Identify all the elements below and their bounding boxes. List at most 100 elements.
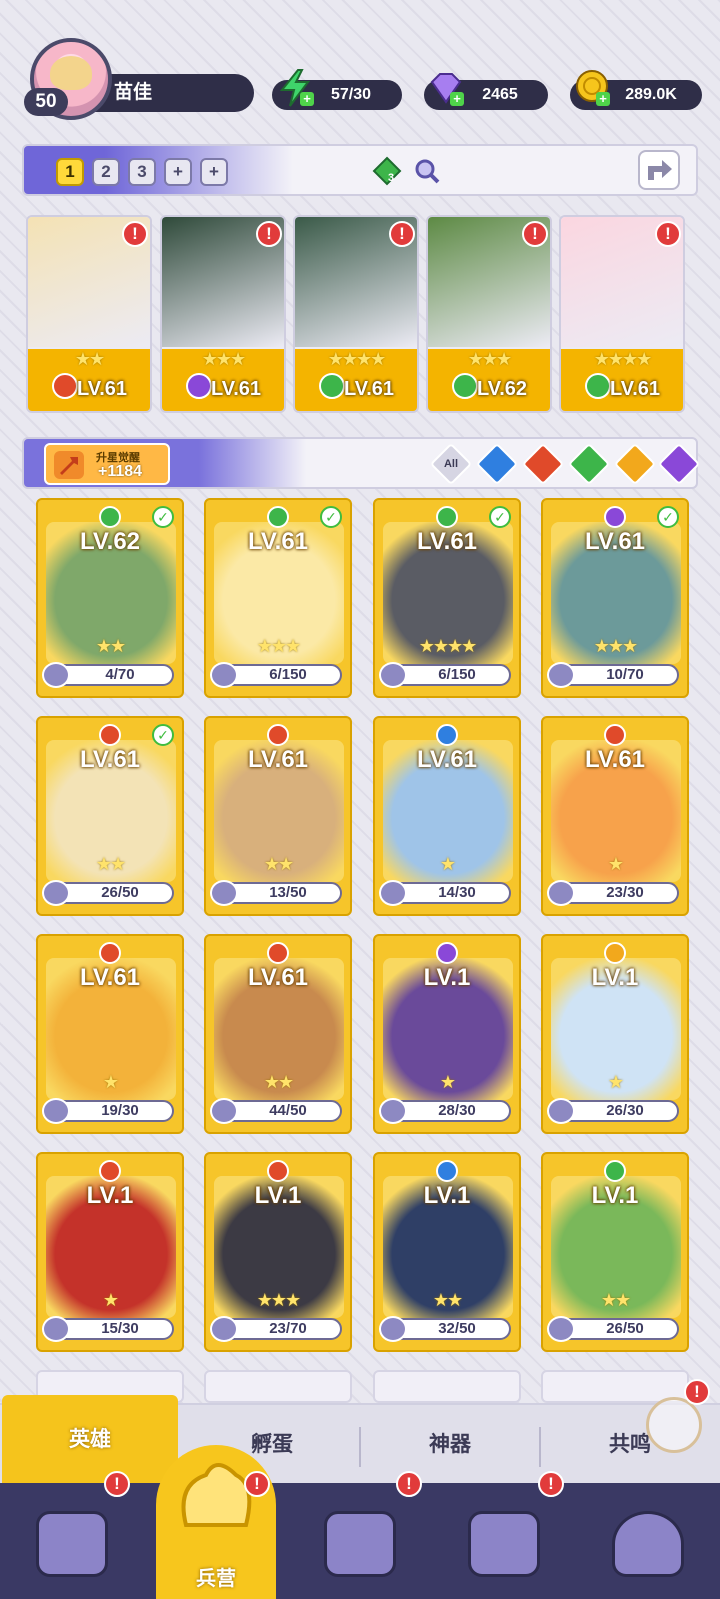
add-gems-icon[interactable]: + [450,92,464,106]
fire-element-icon [99,1160,121,1182]
hero-card[interactable]: LV.62 ★★ 4/70 ✓ [36,498,184,698]
hero-level: LV.61 [584,528,646,555]
fire-filter-icon[interactable] [521,442,565,486]
player-level-badge: 50 [24,88,68,116]
hero-card[interactable]: LV.61 ★★ 26/50 ✓ [36,716,184,916]
nav-shrine[interactable]: ! [432,1471,576,1599]
team-tab-2[interactable]: 2 [92,158,120,186]
shard-icon [42,662,70,688]
tab-divider [359,1427,361,1467]
shrine-icon [468,1511,540,1577]
hero-card-partial[interactable] [204,1370,352,1403]
share-icon[interactable] [638,150,680,190]
hero-alert-icon: ! [522,221,548,247]
lightning-icon: + [276,68,316,108]
hero-card[interactable]: LV.1 ★ 15/30 [36,1152,184,1352]
wind-filter-icon[interactable] [567,442,611,486]
hero-level: LV.61 [609,378,661,400]
hero-card[interactable]: LV.1 ★★ 26/50 [541,1152,689,1352]
light-filter-icon[interactable] [613,442,657,486]
dark-filter-icon[interactable] [657,442,701,486]
hero-level: LV.61 [210,378,262,400]
hero-card[interactable]: LV.61 ★ 19/30 [36,934,184,1134]
hero-stars: ★★★ [201,349,246,369]
star-up-button[interactable]: 升星觉醒 +1184 [44,443,170,485]
hero-stars: ★ [439,854,456,874]
hero-stars: ★★★ [256,636,301,656]
shard-icon [42,880,70,906]
hero-card[interactable]: LV.61 ★ 23/30 [541,716,689,916]
hero-stars: ★★ [74,349,105,369]
hero-card[interactable]: LV.1 ★★ 32/50 [373,1152,521,1352]
filter-all-label: All [443,458,459,470]
hero-card[interactable]: LV.1 ★ 26/30 [541,934,689,1134]
nav-map[interactable]: ! [288,1471,432,1599]
check-icon: ✓ [489,506,511,528]
hero-card[interactable]: LV.1 ★ 28/30 [373,934,521,1134]
team-gem-icon[interactable]: 3 [372,156,402,186]
shard-icon [547,1316,575,1342]
team-hero-card[interactable]: ★★★★ LV.61! [559,215,685,413]
check-icon: ✓ [657,506,679,528]
search-icon[interactable] [414,158,440,184]
tab-artifacts[interactable]: 神器 [362,1405,538,1485]
water-filter-icon[interactable] [475,442,519,486]
hero-level: LV.61 [584,746,646,773]
hero-card[interactable]: LV.61 ★★★★ 6/150 ✓ [373,498,521,698]
tab-divider [539,1427,541,1467]
resonance-ring-icon[interactable] [646,1397,702,1453]
hero-stars: ★★ [95,854,126,874]
nav-guild[interactable] [576,1483,720,1599]
hero-stars: ★ [102,1290,119,1310]
hero-card[interactable]: LV.61 ★★ 44/50 [204,934,352,1134]
hero-stars: ★★ [263,854,294,874]
hero-alert-icon: ! [655,221,681,247]
hero-level: LV.62 [79,528,141,555]
hero-card-partial[interactable] [373,1370,521,1403]
wind-element-icon [604,1160,626,1182]
shard-icon [379,662,407,688]
shard-icon [210,1316,238,1342]
hero-stars: ★ [439,1072,456,1092]
add-team-button[interactable]: + [164,158,192,186]
team-hero-card[interactable]: ★★ LV.61! [26,215,152,413]
team-hero-card[interactable]: ★★★ LV.61! [160,215,286,413]
hero-card[interactable]: LV.61 ★★★ 6/150 ✓ [204,498,352,698]
shard-icon [379,1098,407,1124]
shard-icon [547,1098,575,1124]
hero-stars: ★★ [432,1290,463,1310]
check-icon: ✓ [320,506,342,528]
team-hero-card[interactable]: ★★★ LV.62! [426,215,552,413]
filter-all-button[interactable]: All [429,442,473,486]
check-icon: ✓ [152,506,174,528]
shard-icon [210,1098,238,1124]
team-tab-3[interactable]: 3 [128,158,156,186]
hero-stars: ★★ [263,1072,294,1092]
resonance-alert-icon: ! [684,1379,710,1405]
nav-cards[interactable]: ! [0,1471,144,1599]
add-team-button-2[interactable]: + [200,158,228,186]
shrine-alert-icon: ! [538,1471,564,1497]
add-energy-icon[interactable]: + [300,92,314,106]
hero-card[interactable]: LV.61 ★★ 13/50 [204,716,352,916]
hero-alert-icon: ! [389,221,415,247]
hero-level: LV.61 [416,746,478,773]
hero-level: LV.1 [254,1182,302,1209]
cards-alert-icon: ! [104,1471,130,1497]
hero-card[interactable]: LV.61 ★ 14/30 [373,716,521,916]
team-hero-card[interactable]: ★★★★ LV.61! [293,215,419,413]
team-tab-1[interactable]: 1 [56,158,84,186]
team-selector-bar: 1 2 3 + + 3 [22,144,698,196]
hero-card[interactable]: LV.1 ★★★ 23/70 [204,1152,352,1352]
check-icon: ✓ [152,724,174,746]
fire-element-icon [99,942,121,964]
nav-barracks[interactable]: 兵营 ! [144,1445,288,1599]
hero-alert-icon: ! [122,221,148,247]
hero-level: LV.1 [423,964,471,991]
shard-icon [379,880,407,906]
hero-card[interactable]: LV.61 ★★★ 10/70 ✓ [541,498,689,698]
wind-element-icon [99,506,121,528]
fire-element-icon [604,724,626,746]
shard-icon [42,1098,70,1124]
add-coins-icon[interactable]: + [596,92,610,106]
